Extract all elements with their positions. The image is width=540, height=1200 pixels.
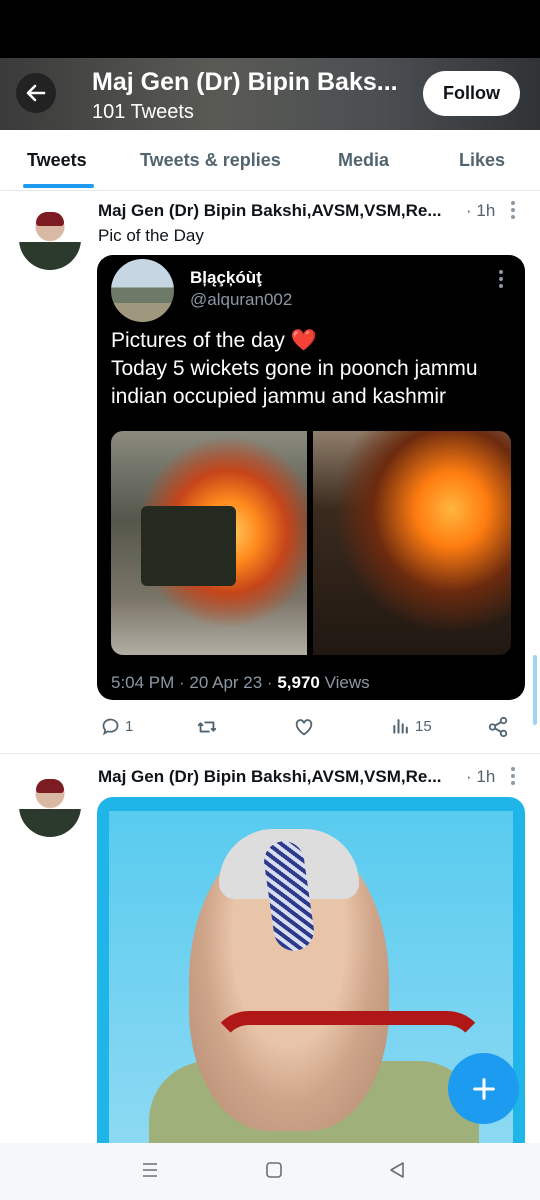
divider: [0, 753, 540, 754]
compose-plus-icon: [472, 1077, 495, 1100]
tab-tweets-replies[interactable]: Tweets & replies: [140, 150, 281, 171]
profile-tabs: Tweets Tweets & replies Media Likes: [0, 130, 540, 191]
nav-back-button[interactable]: [388, 1161, 406, 1184]
quote-image-burning-truck[interactable]: [111, 431, 307, 655]
quote-author-name[interactable]: Bļąçķóùţ: [190, 268, 262, 288]
like-icon: [295, 719, 313, 736]
tweet-actions: 1 15: [0, 716, 540, 740]
nav-menu-button[interactable]: [141, 1161, 159, 1184]
quote-image-burning-vehicle[interactable]: [313, 431, 511, 655]
tweet-author[interactable]: Maj Gen (Dr) Bipin Bakshi,AVSM,VSM,Re...: [98, 201, 442, 221]
status-bar: [0, 0, 540, 58]
nav-menu-icon: [143, 1163, 157, 1177]
share-icon: [488, 716, 508, 738]
quote-text: Pictures of the day ❤️ Today 5 wickets g…: [111, 327, 511, 411]
like-button[interactable]: [293, 716, 315, 738]
quote-views-count: 5,970: [277, 673, 320, 692]
views-icon: [393, 719, 408, 734]
tab-tweets[interactable]: Tweets: [27, 150, 87, 171]
more-icon[interactable]: [499, 270, 503, 288]
more-icon[interactable]: [511, 767, 515, 785]
tweet-count: 101 Tweets: [92, 101, 194, 123]
tab-likes[interactable]: Likes: [459, 150, 505, 171]
quote-text-line: Today 5 wickets gone in poonch jammu ind…: [111, 357, 478, 408]
reply-icon: [102, 718, 119, 736]
calligraphy-graphic: [209, 1011, 487, 1109]
retweet-icon: [197, 721, 217, 733]
quote-meta: 5:04 PM · 20 Apr 23 · 5,970 Views: [111, 673, 370, 693]
quote-author-handle: @alquran002: [190, 290, 293, 309]
scrollbar[interactable]: [533, 655, 537, 725]
quote-avatar[interactable]: [111, 259, 174, 322]
tweet-time: · 1h: [466, 767, 496, 786]
reply-count: 1: [125, 718, 134, 735]
tab-media[interactable]: Media: [338, 150, 389, 171]
compose-button[interactable]: [448, 1053, 519, 1124]
quote-views-label: Views: [319, 673, 370, 692]
avatar[interactable]: [19, 775, 81, 837]
avatar[interactable]: [19, 208, 81, 270]
quote-text-line: Pictures of the day ❤️: [111, 329, 317, 352]
reply-button[interactable]: 1: [100, 716, 133, 737]
profile-name: Maj Gen (Dr) Bipin Baks...: [92, 68, 398, 96]
nav-home-icon: [266, 1162, 282, 1178]
views-count: 15: [415, 717, 432, 735]
tweet-text: Pic of the Day: [98, 226, 204, 245]
share-button[interactable]: [487, 716, 509, 738]
system-nav-bar: [0, 1143, 540, 1200]
back-button[interactable]: [16, 73, 56, 113]
views-button[interactable]: 15: [391, 716, 432, 736]
profile-header: Maj Gen (Dr) Bipin Baks... 101 Tweets Fo…: [0, 58, 540, 130]
nav-home-button[interactable]: [265, 1161, 283, 1184]
more-icon[interactable]: [511, 201, 515, 219]
quote-timestamp: 5:04 PM · 20 Apr 23 ·: [111, 673, 278, 692]
tweet-author[interactable]: Maj Gen (Dr) Bipin Bakshi,AVSM,VSM,Re...: [98, 767, 442, 787]
nav-back-icon: [390, 1162, 404, 1178]
retweet-button[interactable]: [196, 716, 218, 738]
active-tab-indicator: [23, 184, 94, 188]
follow-button[interactable]: Follow: [423, 71, 520, 116]
quoted-tweet[interactable]: Bļąçķóùţ @alquran002 Pictures of the day…: [97, 255, 525, 700]
tweet-time: · 1h: [466, 201, 496, 220]
back-arrow-icon: [26, 84, 46, 102]
